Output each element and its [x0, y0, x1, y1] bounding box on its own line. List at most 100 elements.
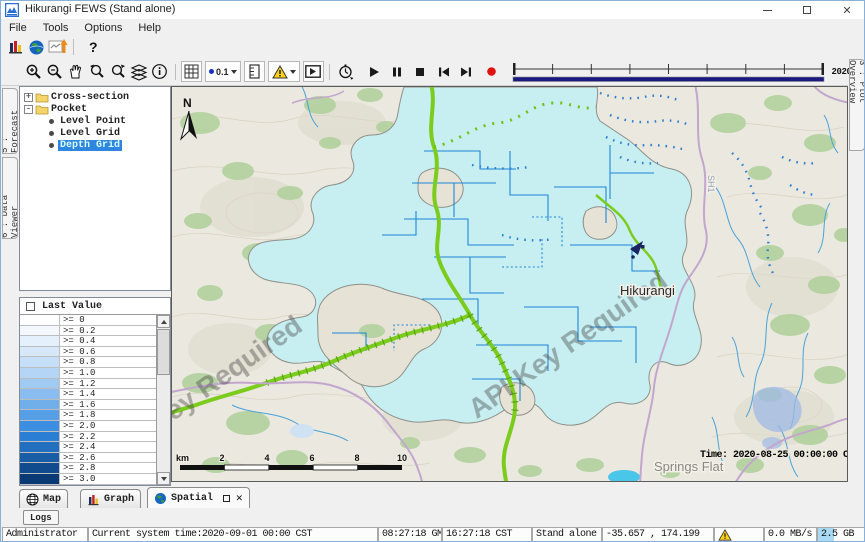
minimize-button[interactable]	[760, 3, 774, 17]
legend-row-label: >= 2.4	[60, 442, 156, 452]
tab-spatial[interactable]: Spatial ✕	[147, 487, 250, 508]
tree-item-depth-grid[interactable]: Depth Grid	[20, 139, 170, 151]
timeline-slider[interactable]	[510, 60, 827, 84]
legend-row[interactable]: >= 2.4	[20, 442, 156, 453]
tab-graph[interactable]: Graph	[80, 489, 141, 508]
layers-button[interactable]	[128, 61, 149, 82]
logs-row: Logs	[1, 508, 864, 526]
zoom-in-button[interactable]	[23, 61, 44, 82]
road-label: SH1	[706, 175, 716, 193]
legend-row[interactable]: >= 0	[20, 315, 156, 326]
tree-item-pocket[interactable]: - Pocket	[20, 103, 170, 115]
play-button[interactable]	[364, 61, 385, 82]
bar-chart-icon	[7, 38, 25, 56]
legend-color-swatch	[20, 432, 60, 442]
legend-row-label: >= 1.0	[60, 368, 156, 378]
pan-button[interactable]	[65, 61, 86, 82]
map-time-label: Time: 2020-08-25 00:00:00 CST	[700, 449, 847, 461]
bullet-icon	[49, 119, 54, 124]
timeseries-dialog-button[interactable]	[47, 37, 68, 58]
tree-item-label: Level Point	[58, 116, 128, 127]
tab-maximize-icon[interactable]	[223, 495, 230, 502]
zoom-out-button[interactable]	[44, 61, 65, 82]
status-coordinates: -35.657 , 174.199	[602, 527, 714, 542]
stop-icon	[414, 66, 426, 78]
tree-item-level-point[interactable]: Level Point	[20, 115, 170, 127]
zoom-next-button[interactable]	[107, 61, 128, 82]
animation-delay-button[interactable]	[335, 61, 356, 82]
legend-row-label: >= 0.4	[60, 336, 156, 346]
chevron-down-icon	[290, 70, 296, 74]
legend-color-swatch	[20, 463, 60, 473]
legend-row[interactable]: >= 3.0	[20, 474, 156, 485]
title-bar[interactable]: Hikurangi FEWS (Stand alone) ✕	[1, 1, 864, 19]
bar-chart-icon	[87, 493, 100, 506]
legend-row[interactable]: >= 2.0	[20, 421, 156, 432]
map-display-button[interactable]	[26, 37, 47, 58]
menu-tools[interactable]: Tools	[43, 22, 69, 34]
status-gmt-time: 08:27:18 GMT	[378, 527, 442, 542]
app-icon	[5, 3, 19, 17]
legend-row[interactable]: >= 1.8	[20, 410, 156, 421]
database-viewer-button[interactable]	[5, 37, 26, 58]
scroll-up-button[interactable]	[157, 315, 170, 328]
legend-row[interactable]: >= 0.8	[20, 357, 156, 368]
longitudinal-profile-button[interactable]	[244, 61, 265, 82]
zoom-previous-button[interactable]	[86, 61, 107, 82]
sidebar-tab-data-viewer[interactable]: 6 : Data Viewer	[2, 157, 18, 239]
legend-row[interactable]: >= 0.4	[20, 336, 156, 347]
status-warning-cell[interactable]	[714, 527, 764, 542]
last-value-checkbox[interactable]	[26, 302, 35, 311]
animation-window-button[interactable]	[303, 61, 324, 82]
pause-button[interactable]	[387, 61, 408, 82]
legend-row[interactable]: >= 1.6	[20, 400, 156, 411]
expand-icon[interactable]: +	[24, 93, 33, 102]
tree-item-level-grid[interactable]: Level Grid	[20, 127, 170, 139]
legend-row[interactable]: >= 2.2	[20, 432, 156, 443]
tab-spatial-label: Spatial	[171, 493, 213, 504]
svg-text:10: 10	[397, 453, 407, 463]
status-memory[interactable]: 2.5 GB	[817, 527, 865, 542]
scrollbar-thumb[interactable]	[157, 329, 170, 375]
legend-row[interactable]: >= 1.0	[20, 368, 156, 379]
stop-button[interactable]	[410, 61, 431, 82]
warning-icon	[272, 65, 288, 79]
legend-row-label: >= 1.4	[60, 389, 156, 399]
map-view[interactable]: API Key Required API Key Required Hikura…	[171, 86, 848, 482]
grid-display-button[interactable]	[181, 61, 202, 82]
tab-map[interactable]: Map	[19, 489, 68, 508]
record-button[interactable]	[481, 61, 502, 82]
status-system-time: Current system time:2020-09-01 00:00 CST	[88, 527, 378, 542]
window-title: Hikurangi FEWS (Stand alone)	[25, 3, 175, 15]
legend-row[interactable]: >= 0.2	[20, 326, 156, 337]
legend-row[interactable]: >= 2.6	[20, 453, 156, 464]
sidebar-tab-forecast[interactable]: 5 : Forecast	[2, 88, 18, 154]
legend-scrollbar[interactable]	[156, 315, 170, 485]
legend-row[interactable]: >= 0.6	[20, 347, 156, 358]
boxed-play-icon	[305, 65, 321, 78]
tab-close-icon[interactable]: ✕	[236, 491, 243, 505]
step-forward-button[interactable]	[456, 61, 477, 82]
last-value-row: Last Value	[20, 298, 170, 315]
collapse-icon[interactable]: -	[24, 105, 33, 114]
legend-row-label: >= 0	[60, 315, 156, 325]
class-interval-dropdown[interactable]: 0.1	[205, 61, 241, 82]
maximize-button[interactable]	[800, 3, 814, 17]
sidebar-tab-plot-overview[interactable]: 3 : Plot Overview	[849, 59, 865, 151]
scroll-down-button[interactable]	[157, 472, 170, 485]
close-button[interactable]: ✕	[840, 3, 854, 17]
info-button[interactable]	[149, 61, 170, 82]
logs-button[interactable]: Logs	[23, 510, 59, 525]
help-button[interactable]: ?	[89, 39, 98, 55]
legend-row[interactable]: >= 1.4	[20, 389, 156, 400]
thresholds-dropdown[interactable]	[268, 61, 300, 82]
tree-item-cross-section[interactable]: + Cross-section	[20, 91, 170, 103]
timeline-ruler-icon	[510, 60, 827, 84]
legend-row[interactable]: >= 1.2	[20, 379, 156, 390]
legend-row[interactable]: >= 2.8	[20, 463, 156, 474]
menu-help[interactable]: Help	[138, 22, 161, 34]
svg-text:8: 8	[354, 453, 359, 463]
menu-file[interactable]: File	[9, 22, 27, 34]
menu-options[interactable]: Options	[84, 22, 122, 34]
step-back-button[interactable]	[433, 61, 454, 82]
